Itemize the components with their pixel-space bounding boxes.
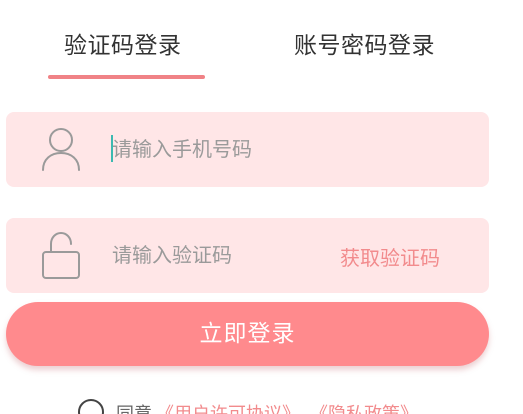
privacy-policy-link[interactable]: 《隐私政策》 (310, 400, 418, 414)
code-field[interactable]: 获取验证码 (6, 218, 489, 293)
agree-checkbox[interactable] (78, 399, 104, 414)
tab-sms-login[interactable]: 验证码登录 (64, 26, 182, 60)
verification-code-input[interactable] (112, 240, 312, 270)
agree-label: 同意 (116, 400, 152, 414)
lock-icon (42, 231, 80, 279)
phone-field[interactable] (6, 112, 489, 187)
get-code-button[interactable]: 获取验证码 (340, 242, 440, 271)
user-icon (42, 128, 80, 171)
text-caret (111, 135, 113, 162)
tab-password-login[interactable]: 账号密码登录 (294, 26, 435, 60)
login-page: 验证码登录 账号密码登录 获取验证码 立即登录 同意 《用户许可协议》 《隐私政… (0, 0, 523, 414)
active-tab-indicator (48, 75, 205, 79)
login-button[interactable]: 立即登录 (6, 302, 489, 366)
user-agreement-link[interactable]: 《用户许可协议》 (156, 400, 300, 414)
phone-input[interactable] (112, 134, 312, 164)
